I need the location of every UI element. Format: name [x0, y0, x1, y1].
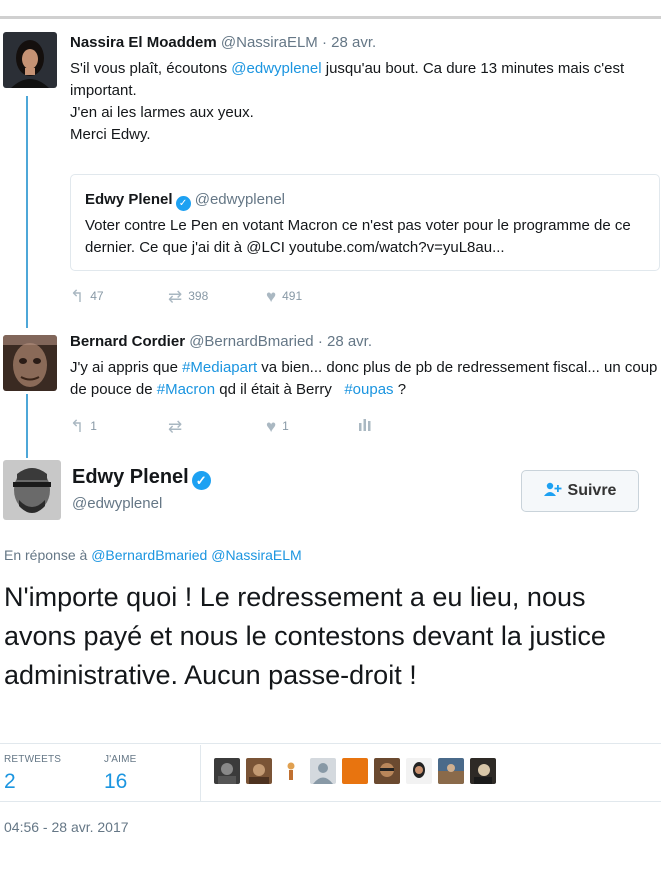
likes-label[interactable]: J'AIME [104, 754, 137, 765]
reply-button[interactable]: ↰ 47 [70, 287, 104, 307]
tweet-header: Bernard Cordier @BernardBmaried · 28 avr… [70, 333, 372, 350]
stats-separator [200, 745, 201, 801]
liker-avatar[interactable] [342, 758, 368, 784]
quoted-tweet-header: Edwy Plenel ✓ @edwyplenel [85, 191, 285, 211]
liker-avatar[interactable] [406, 758, 432, 784]
tweet-header: Nassira El Moaddem @NassiraELM · 28 avr. [70, 34, 376, 51]
hashtag-link[interactable]: #oupas [344, 381, 393, 398]
retweets-count[interactable]: 2 [4, 770, 16, 794]
tweet-paragraph: J'en ai les larmes aux yeux. [70, 104, 254, 121]
retweet-button[interactable]: ⇄ [168, 417, 188, 437]
quoted-tweet[interactable]: Edwy Plenel ✓ @edwyplenel Voter contre Le… [70, 174, 660, 271]
mention-link[interactable]: @NassiraELM [211, 547, 301, 563]
liker-avatar[interactable] [246, 758, 272, 784]
liker-avatar[interactable] [310, 758, 336, 784]
verified-badge-icon: ✓ [175, 196, 191, 211]
main-author-name[interactable]: Edwy Plenel ✓ [72, 466, 211, 490]
retweets-label[interactable]: RETWEETS [4, 754, 61, 765]
reply-icon: ↰ [70, 287, 85, 306]
top-divider [0, 16, 661, 19]
avatar-nassira[interactable] [3, 32, 57, 88]
liker-avatar[interactable] [438, 758, 464, 784]
author-name[interactable]: Nassira El Moaddem [70, 34, 217, 51]
tweet-time[interactable]: · 28 avr. [318, 333, 372, 350]
hashtag-link[interactable]: #Mediapart [182, 359, 257, 376]
reply-button[interactable]: ↰ 1 [70, 417, 97, 437]
mention-link[interactable]: @BernardBmaried [91, 547, 207, 563]
likes-count[interactable]: 16 [104, 770, 127, 794]
liker-avatar[interactable] [278, 758, 304, 784]
follow-user-icon [543, 482, 562, 501]
tweet-paragraph: Merci Edwy. [70, 126, 151, 143]
quoted-tweet-text: Voter contre Le Pen en votant Macron ce … [85, 217, 631, 256]
tweet-time[interactable]: · 28 avr. [322, 34, 376, 51]
author-handle[interactable]: @BernardBmaried [189, 333, 313, 350]
mention-link[interactable]: @edwyplenel [231, 60, 321, 77]
verified-badge-icon: ✓ [191, 471, 211, 490]
liker-avatar[interactable] [470, 758, 496, 784]
thread-line [26, 394, 28, 458]
stats-divider [0, 801, 661, 802]
analytics-icon [359, 419, 371, 431]
heart-icon: ♥ [266, 417, 277, 436]
retweet-icon: ⇄ [168, 417, 183, 436]
tweet-timestamp[interactable]: 04:56 - 28 avr. 2017 [4, 819, 129, 835]
avatar-bernard[interactable] [3, 335, 57, 391]
tweet-text: S'il vous plaît, écoutons @edwyplenel ju… [70, 58, 660, 146]
like-button[interactable]: ♥ 1 [266, 417, 289, 437]
liker-avatar[interactable] [214, 758, 240, 784]
thread-line [26, 96, 28, 328]
reply-icon: ↰ [70, 417, 85, 436]
retweet-button[interactable]: ⇄ 398 [168, 287, 208, 307]
like-button[interactable]: ♥ 491 [266, 287, 302, 307]
main-tweet-text: N'importe quoi ! Le redressement a eu li… [4, 582, 606, 690]
avatar-edwy[interactable] [3, 460, 61, 520]
main-author-handle[interactable]: @edwyplenel [72, 495, 162, 512]
stats-divider [0, 743, 661, 744]
retweet-icon: ⇄ [168, 287, 183, 306]
liker-avatar[interactable] [374, 758, 400, 784]
likers-avatars [214, 758, 496, 784]
heart-icon: ♥ [266, 287, 277, 306]
author-name[interactable]: Bernard Cordier [70, 333, 185, 350]
tweet-paragraph: S'il vous plaît, écoutons @edwyplenel ju… [70, 60, 625, 99]
tweet-text: J'y ai appris que #Mediapart va bien... … [70, 359, 658, 398]
follow-label: Suivre [567, 482, 617, 499]
follow-button[interactable]: Suivre [521, 470, 639, 512]
quoted-author-handle: @edwyplenel [194, 191, 285, 208]
reply-context: En réponse à @BernardBmaried @NassiraELM [4, 547, 302, 563]
hashtag-link[interactable]: #Macron [157, 381, 215, 398]
analytics-button[interactable] [358, 417, 372, 432]
author-handle[interactable]: @NassiraELM [221, 34, 318, 51]
quoted-author-name: Edwy Plenel [85, 191, 173, 208]
